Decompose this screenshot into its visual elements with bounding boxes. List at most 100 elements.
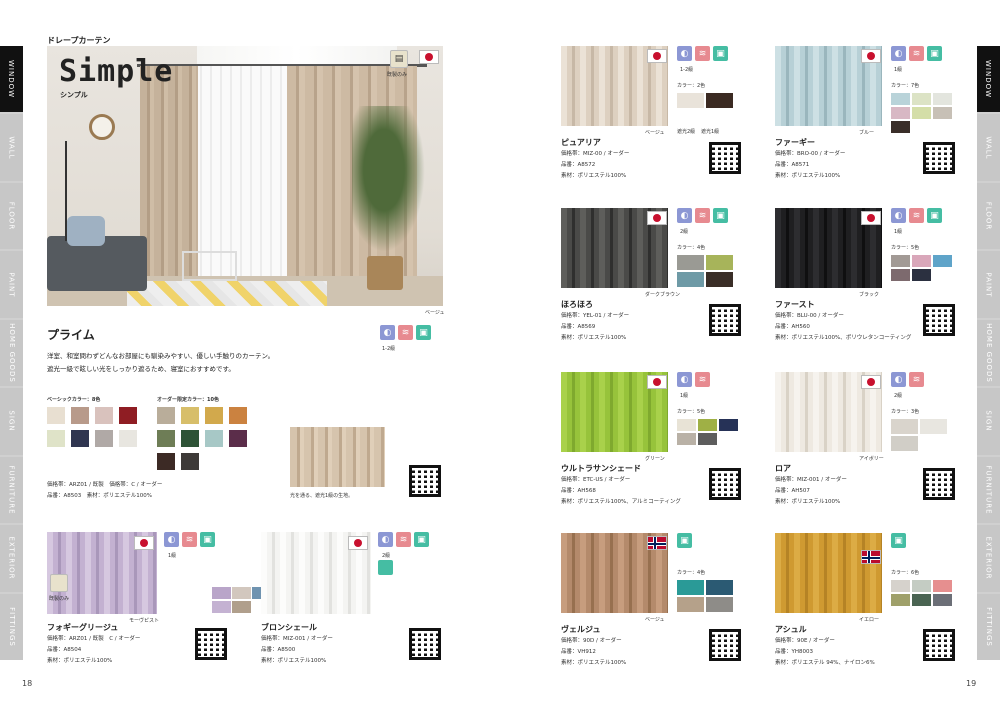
ready-made-label: 既製のみ bbox=[49, 596, 70, 602]
product-color-swatch bbox=[677, 93, 704, 108]
color-swatches bbox=[677, 93, 747, 133]
color-count: カラー：4色 bbox=[677, 245, 706, 251]
order-color-swatch bbox=[157, 430, 175, 447]
shape-memory-icon: ▣ bbox=[414, 532, 429, 547]
product-qr-code[interactable] bbox=[922, 628, 956, 662]
prime-qr-code[interactable] bbox=[408, 464, 442, 498]
prime-grade: 1-2級 bbox=[382, 346, 396, 352]
feature-icons: ◐ ≋ bbox=[891, 372, 924, 387]
tab-paint[interactable]: PAINT bbox=[977, 251, 1000, 318]
product-color-swatch bbox=[677, 255, 704, 270]
tab-label: FURNITURE bbox=[7, 465, 16, 515]
product-qr-code[interactable] bbox=[708, 303, 742, 337]
tab-exterior[interactable]: EXTERIOR bbox=[977, 525, 1000, 592]
product-qr-code[interactable] bbox=[408, 627, 442, 661]
product-color-swatch bbox=[891, 121, 910, 133]
product-price: 価格帯：BRO-00 / オーダー bbox=[775, 151, 846, 157]
ready-made-icon bbox=[50, 574, 68, 592]
tab-exterior[interactable]: EXTERIOR bbox=[0, 525, 23, 592]
product-material: 素材：ポリエステル100% bbox=[561, 173, 627, 179]
product-color-swatch bbox=[677, 580, 704, 595]
tab-wall[interactable]: WALL bbox=[0, 114, 23, 181]
tab-fittings[interactable]: FITTINGS bbox=[0, 593, 23, 660]
washable-icon: ≋ bbox=[396, 532, 411, 547]
product-color-swatch bbox=[212, 601, 231, 613]
grade-label: 1級 bbox=[894, 67, 903, 73]
feature-icons: ◐ ≋ ▣ bbox=[164, 532, 215, 547]
color-swatches bbox=[891, 255, 961, 295]
product-qr-code[interactable] bbox=[708, 467, 742, 501]
product-color-swatch bbox=[920, 419, 947, 434]
hero-subtitle: シンプル bbox=[60, 91, 88, 99]
tab-sign[interactable]: SIGN bbox=[977, 388, 1000, 455]
tab-floor[interactable]: FLOOR bbox=[977, 182, 1000, 250]
color-count: カラー：6色 bbox=[891, 570, 920, 576]
tab-label: EXTERIOR bbox=[7, 536, 16, 580]
product-color-swatch bbox=[891, 255, 910, 267]
tab-floor[interactable]: FLOOR bbox=[0, 182, 23, 250]
tab-window[interactable]: WINDOW bbox=[977, 46, 1000, 113]
tab-label: PAINT bbox=[984, 271, 993, 298]
product-price: 価格帯：ETC-US / オーダー bbox=[561, 477, 631, 483]
shape-memory-icon bbox=[378, 560, 393, 575]
light-block-icon: ◐ bbox=[164, 532, 179, 547]
product-qr-code[interactable] bbox=[922, 303, 956, 337]
color-count: カラー：2色 bbox=[677, 83, 706, 89]
tab-label: SIGN bbox=[984, 410, 993, 432]
prime-fabric-photo bbox=[290, 427, 385, 487]
tab-home-goods[interactable]: HOME GOODS bbox=[0, 319, 23, 387]
product-qr-code[interactable] bbox=[708, 141, 742, 175]
japan-flag-icon bbox=[647, 375, 667, 389]
product-name: ヴェルジュ bbox=[561, 625, 601, 634]
product-qr-code[interactable] bbox=[708, 628, 742, 662]
grade-label: 1級 bbox=[894, 229, 903, 235]
product-color-swatch bbox=[706, 597, 733, 612]
product-code: 品番：A8572 bbox=[561, 162, 596, 168]
order-color-swatch bbox=[229, 407, 247, 424]
right-index-tabs: WINDOW WALL FLOOR PAINT HOME GOODS SIGN FURNIT… bbox=[977, 46, 1000, 660]
tab-sign[interactable]: SIGN bbox=[0, 388, 23, 455]
order-color-swatch bbox=[205, 430, 223, 447]
product-qr-code[interactable] bbox=[922, 467, 956, 501]
color-count: カラー：7色 bbox=[891, 83, 920, 89]
color-caption: アイボリー bbox=[859, 456, 884, 462]
product-price: 価格帯：90E / オーダー bbox=[775, 638, 835, 644]
tab-label: WINDOW bbox=[7, 60, 16, 99]
shape-memory-icon: ▣ bbox=[927, 208, 942, 223]
product-price: 価格帯：BLU-00 / オーダー bbox=[775, 313, 844, 319]
product-qr-code[interactable] bbox=[922, 141, 956, 175]
tab-label: WALL bbox=[984, 136, 993, 160]
tab-furniture[interactable]: FURNITURE bbox=[977, 456, 1000, 524]
norway-flag-icon bbox=[861, 550, 881, 564]
tab-furniture[interactable]: FURNITURE bbox=[0, 456, 23, 524]
color-count: カラー：5色 bbox=[677, 409, 706, 415]
product-material: 素材：ポリエステル 94%、ナイロン6% bbox=[775, 660, 875, 666]
product-color-swatch bbox=[891, 436, 918, 451]
curtain-left bbox=[140, 66, 198, 281]
basic-color-swatch bbox=[119, 407, 137, 424]
section-title: ドレープカーテン bbox=[47, 36, 111, 45]
color-caption: イエロー bbox=[859, 617, 879, 623]
product-price: 価格帯：90D / オーダー bbox=[561, 638, 622, 644]
light-block-icon: ◐ bbox=[891, 372, 906, 387]
shape-memory-icon: ▣ bbox=[200, 532, 215, 547]
product-color-swatch bbox=[706, 272, 733, 287]
tab-label: PAINT bbox=[7, 271, 16, 298]
washable-icon: ≋ bbox=[695, 46, 710, 61]
tab-window[interactable]: WINDOW bbox=[0, 46, 23, 113]
color-swatches bbox=[677, 580, 747, 620]
washable-icon: ≋ bbox=[182, 532, 197, 547]
tab-wall[interactable]: WALL bbox=[977, 114, 1000, 181]
product-photo bbox=[775, 533, 882, 613]
tab-home-goods[interactable]: HOME GOODS bbox=[977, 319, 1000, 387]
japan-flag-icon bbox=[419, 50, 439, 64]
basic-color-swatch bbox=[71, 407, 89, 424]
color-swatches bbox=[426, 587, 486, 617]
tab-fittings[interactable]: FITTINGS bbox=[977, 593, 1000, 660]
product-color-swatch bbox=[677, 433, 696, 445]
product-color-swatch bbox=[891, 93, 910, 105]
product-qr-code[interactable] bbox=[194, 627, 228, 661]
tab-paint[interactable]: PAINT bbox=[0, 251, 23, 318]
product-color-swatch bbox=[677, 419, 696, 431]
product-material: 素材：ポリエステル100%、ポリウレタンコーティング bbox=[775, 335, 912, 341]
